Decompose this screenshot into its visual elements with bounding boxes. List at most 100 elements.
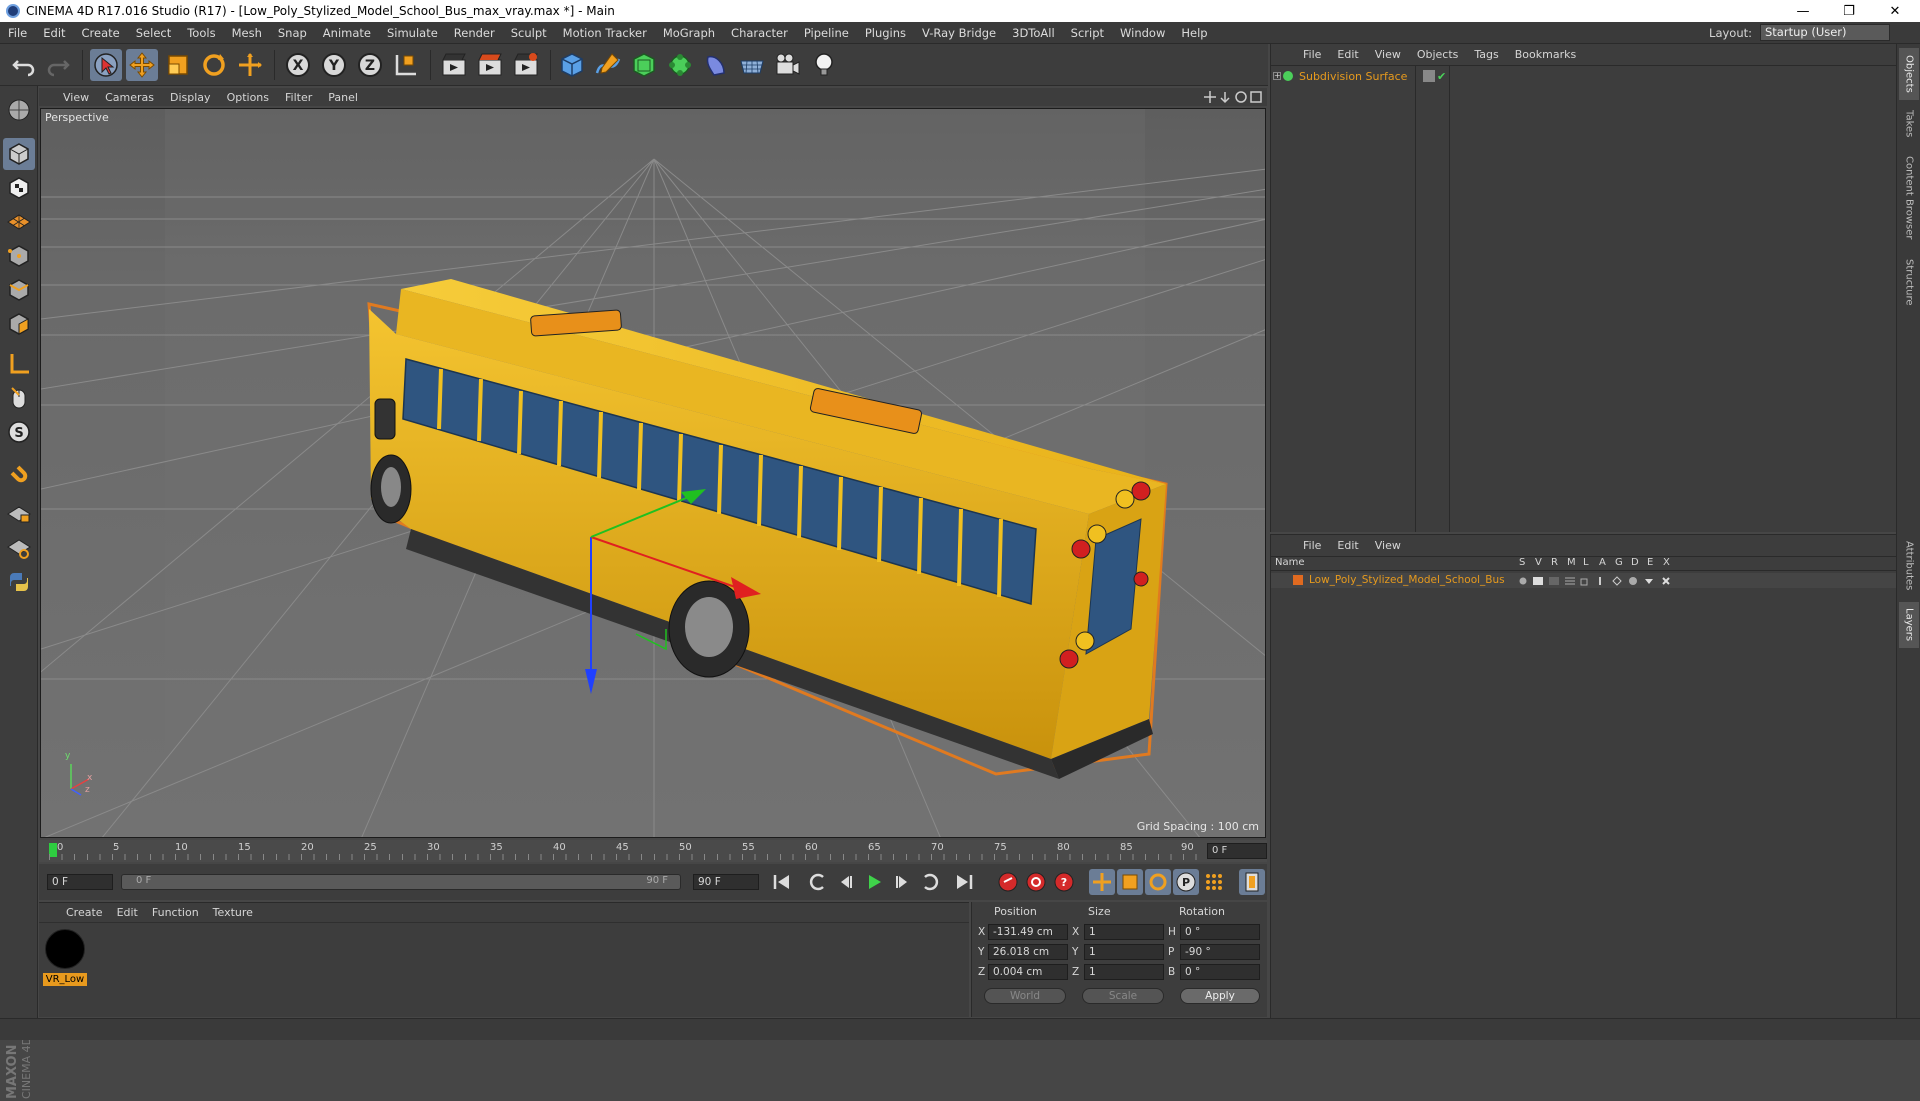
add-deformer-button[interactable] — [700, 49, 732, 81]
z-axis-lock-button[interactable]: Z — [354, 49, 386, 81]
menu-script[interactable]: Script — [1063, 26, 1112, 40]
magnet-button[interactable] — [3, 458, 35, 490]
menu-character[interactable]: Character — [723, 26, 796, 40]
key-pla-button[interactable] — [1201, 869, 1227, 895]
layer-row[interactable]: Low_Poly_Stylized_Model_School_Bus — [1271, 573, 1897, 588]
rotate-tool-button[interactable] — [198, 49, 230, 81]
tab-content-browser[interactable]: Content Browser — [1899, 148, 1919, 248]
add-spline-button[interactable] — [592, 49, 624, 81]
menu-render[interactable]: Render — [446, 26, 503, 40]
tab-attributes[interactable]: Attributes — [1899, 534, 1919, 598]
keyframe-selection-button[interactable]: ? — [1051, 869, 1077, 895]
pos-x-field[interactable]: -131.49 cm — [988, 924, 1068, 940]
add-array-button[interactable] — [664, 49, 696, 81]
timeline-window-button[interactable] — [1239, 869, 1265, 895]
apply-button[interactable]: Apply — [1180, 988, 1260, 1004]
render-picture-viewer-button[interactable] — [474, 49, 506, 81]
goto-end-button[interactable] — [951, 869, 977, 895]
menu-help[interactable]: Help — [1173, 26, 1215, 40]
pos-z-field[interactable]: 0.004 cm — [988, 964, 1068, 980]
workplane-lock-button[interactable] — [3, 498, 35, 530]
key-rotation-button[interactable] — [1145, 869, 1171, 895]
rot-p-field[interactable]: -90 ° — [1180, 944, 1260, 960]
undo-button[interactable] — [8, 49, 40, 81]
viewport-menu-panel[interactable]: Panel — [320, 91, 366, 104]
axis-mode-button[interactable] — [3, 348, 35, 380]
menu-motion-tracker[interactable]: Motion Tracker — [555, 26, 655, 40]
render-view-button[interactable] — [438, 49, 470, 81]
current-frame-field[interactable]: 0 F — [1207, 843, 1267, 859]
key-scale-button[interactable] — [1117, 869, 1143, 895]
key-position-button[interactable] — [1089, 869, 1115, 895]
enabled-check-icon[interactable]: ✔ — [1437, 70, 1446, 83]
add-floor-button[interactable] — [736, 49, 768, 81]
viewport-menu-filter[interactable]: Filter — [277, 91, 320, 104]
snap-button[interactable]: S — [3, 416, 35, 448]
menu-snap[interactable]: Snap — [270, 26, 315, 40]
objects-menu-bookmarks[interactable]: Bookmarks — [1507, 48, 1584, 61]
layers-menu-view[interactable]: View — [1367, 539, 1409, 552]
expand-toggle-icon[interactable]: + — [1273, 72, 1281, 80]
tab-takes[interactable]: Takes — [1899, 104, 1919, 144]
goto-start-button[interactable] — [769, 869, 795, 895]
material-menu-function[interactable]: Function — [145, 906, 206, 919]
menu-pipeline[interactable]: Pipeline — [796, 26, 857, 40]
objects-menu-objects[interactable]: Objects — [1409, 48, 1467, 61]
tab-structure[interactable]: Structure — [1899, 252, 1919, 312]
scale-tool-button[interactable] — [162, 49, 194, 81]
layer-tag-icon[interactable] — [1423, 70, 1435, 82]
viewport-menu-display[interactable]: Display — [162, 91, 219, 104]
planar-workplane-button[interactable] — [3, 532, 35, 564]
objects-menu-edit[interactable]: Edit — [1329, 48, 1366, 61]
object-name[interactable]: Subdivision Surface — [1299, 70, 1407, 83]
menu-simulate[interactable]: Simulate — [379, 26, 446, 40]
polygons-mode-button[interactable] — [3, 308, 35, 340]
menu-sculpt[interactable]: Sculpt — [503, 26, 555, 40]
prev-frame-button[interactable] — [833, 869, 859, 895]
coordinate-mode-dropdown[interactable]: World — [984, 988, 1066, 1004]
coordinate-system-button[interactable] — [390, 49, 422, 81]
close-button[interactable]: ✕ — [1872, 0, 1918, 22]
object-row-subdivision-surface[interactable]: + Subdivision Surface ✔ — [1273, 68, 1446, 84]
viewport-menu-view[interactable]: View — [55, 91, 97, 104]
menu-edit[interactable]: Edit — [35, 26, 73, 40]
material-menu-texture[interactable]: Texture — [206, 906, 260, 919]
timeline-ruler[interactable]: 0 5 10 15 20 25 30 35 40 45 50 55 60 65 … — [39, 840, 1267, 862]
menu-3dtoall[interactable]: 3DToAll — [1004, 26, 1063, 40]
layer-color-swatch[interactable] — [1293, 575, 1303, 585]
minimize-button[interactable]: — — [1780, 0, 1826, 22]
tab-layers[interactable]: Layers — [1899, 602, 1919, 648]
next-key-button[interactable] — [917, 869, 943, 895]
layers-menu-edit[interactable]: Edit — [1329, 539, 1366, 552]
pos-y-field[interactable]: 26.018 cm — [988, 944, 1068, 960]
menu-mesh[interactable]: Mesh — [224, 26, 270, 40]
menu-tools[interactable]: Tools — [179, 26, 223, 40]
size-x-field[interactable]: 1 — [1084, 924, 1164, 940]
material-swatch[interactable]: VR_Low — [43, 929, 87, 987]
viewport-menu-options[interactable]: Options — [219, 91, 277, 104]
texture-mode-button[interactable] — [3, 172, 35, 204]
rot-b-field[interactable]: 0 ° — [1180, 964, 1260, 980]
material-menu-create[interactable]: Create — [59, 906, 110, 919]
frame-range-slider[interactable]: 0 F 90 F — [121, 874, 681, 890]
objects-menu-tags[interactable]: Tags — [1466, 48, 1506, 61]
live-selection-button[interactable] — [90, 49, 122, 81]
layers-menu-file[interactable]: File — [1295, 539, 1329, 552]
menu-mograph[interactable]: MoGraph — [655, 26, 723, 40]
add-cube-button[interactable] — [556, 49, 588, 81]
viewport-camera-label[interactable]: Perspective — [45, 111, 109, 124]
size-y-field[interactable]: 1 — [1084, 944, 1164, 960]
python-button[interactable] — [3, 566, 35, 598]
add-light-button[interactable] — [808, 49, 840, 81]
end-frame-field[interactable]: 90 F — [693, 874, 759, 890]
layer-flag-icons[interactable] — [1517, 575, 1687, 587]
viewport-menu-cameras[interactable]: Cameras — [97, 91, 162, 104]
objects-menu-file[interactable]: File — [1295, 48, 1329, 61]
menu-plugins[interactable]: Plugins — [857, 26, 914, 40]
x-axis-lock-button[interactable]: X — [282, 49, 314, 81]
rot-h-field[interactable]: 0 ° — [1180, 924, 1260, 940]
restore-button[interactable]: ❐ — [1826, 0, 1872, 22]
objects-menu-view[interactable]: View — [1367, 48, 1409, 61]
next-frame-button[interactable] — [889, 869, 915, 895]
render-settings-button[interactable] — [510, 49, 542, 81]
